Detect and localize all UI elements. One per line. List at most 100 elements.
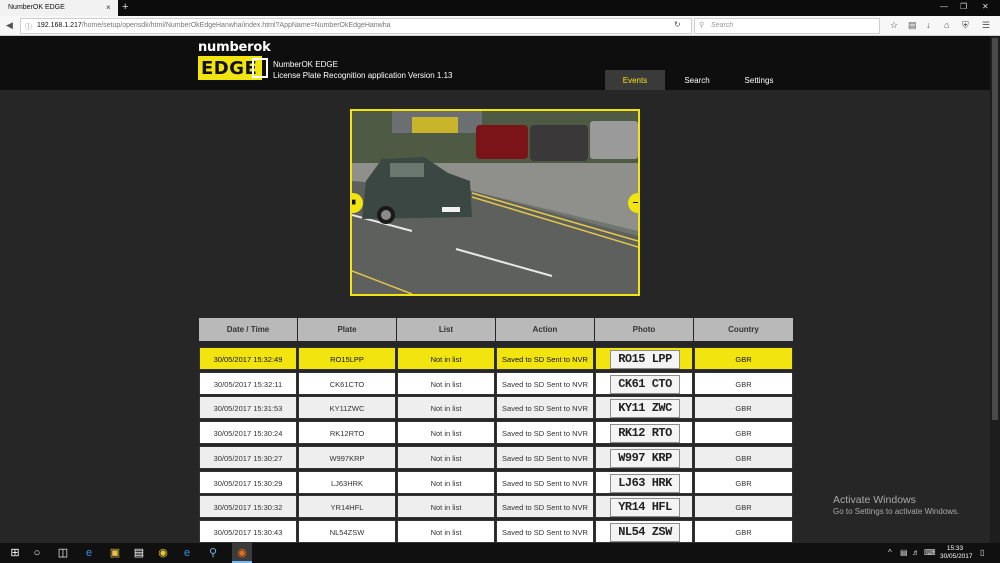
browser-tab-bar: NumberOK EDGE × + — ❐ ✕ [0,0,1000,16]
chevron-up-icon[interactable]: ^ [888,548,892,557]
shield-icon[interactable]: ⛨ [962,20,969,31]
header-photo[interactable]: Photo [595,318,693,341]
restore-button[interactable]: ❐ [960,2,967,11]
scrollbar-thumb[interactable] [992,38,998,420]
cell-action: Saved to SD Sent to NVR [496,347,594,370]
search-input[interactable]: ⚲ Search [694,18,880,34]
cell-country: GBR [694,421,793,444]
header-action[interactable]: Action [496,318,594,341]
table-header: Date / Time Plate List Action Photo Coun… [199,318,793,341]
cell-list: Not in list [397,495,495,518]
table-row[interactable]: 30/05/2017 15:30:24 RK12RTO Not in list Sav… [199,421,793,444]
table-row[interactable]: 30/05/2017 15:31:53 KY11ZWC Not in list Sav… [199,396,793,419]
back-icon[interactable]: ◀ [6,20,13,31]
network-icon[interactable]: ▤ [900,548,908,557]
cell-list: Not in list [397,372,495,395]
cell-datetime: 30/05/2017 15:30:27 [199,446,297,469]
tab-close-icon[interactable]: × [106,3,111,12]
table-row[interactable]: 30/05/2017 15:32:11 CK61CTO Not in list Sav… [199,372,793,395]
home-icon[interactable]: ⌂ [944,20,949,30]
store-icon[interactable]: ▤ [132,546,146,560]
plate-photo[interactable]: LJ63 HRK [610,474,680,493]
cell-photo: CK61 CTO [595,372,693,395]
url-bar[interactable]: ⓘ 192.168.1.217/home/setup/opensdk/html/… [20,18,692,34]
header-country[interactable]: Country [694,318,793,341]
cell-country: GBR [694,396,793,419]
cell-plate: W997KRP [298,446,396,469]
file-explorer-icon[interactable]: ▣ [108,546,122,560]
plate-photo[interactable]: CK61 CTO [610,375,680,394]
tab-search[interactable]: Search [668,70,726,90]
cell-action: Saved to SD Sent to NVR [496,396,594,419]
table-row[interactable]: 30/05/2017 15:30:43 NL54ZSW Not in list Sav… [199,520,793,543]
cell-country: GBR [694,471,793,494]
plate-photo[interactable]: KY11 ZWC [610,399,680,418]
close-window-button[interactable]: ✕ [982,2,989,11]
search-app-icon[interactable]: ⚲ [206,546,220,560]
table-row[interactable]: 30/05/2017 15:32:49 RO15LPP Not in list Sav… [199,347,793,370]
clock-time: 15:33 [946,545,964,552]
browser-tab[interactable]: NumberOK EDGE × [0,0,118,16]
plate-photo[interactable]: NL54 ZSW [610,523,680,542]
cell-datetime: 30/05/2017 15:31:53 [199,396,297,419]
plate-photo[interactable]: RO15 LPP [610,350,680,369]
cell-datetime: 30/05/2017 15:30:29 [199,471,297,494]
cell-list: Not in list [397,347,495,370]
menu-icon[interactable]: ☰ [982,20,990,31]
minimize-button[interactable]: — [940,2,948,11]
live-camera-view: ■ — [350,109,640,296]
cell-action: Saved to SD Sent to NVR [496,495,594,518]
header-datetime[interactable]: Date / Time [199,318,297,341]
plate-photo[interactable]: RK12 RTO [610,424,680,443]
cell-country: GBR [694,372,793,395]
browser-nav-bar: ◀ ⓘ 192.168.1.217/home/setup/opensdk/htm… [0,16,1000,36]
cortana-icon[interactable]: ○ [30,546,44,560]
cell-country: GBR [694,446,793,469]
taskbar-clock[interactable]: 15:33 30/05/2017 [940,545,973,561]
cell-action: Saved to SD Sent to NVR [496,372,594,395]
cell-datetime: 30/05/2017 15:30:24 [199,421,297,444]
url-host: 192.168.1.217 [37,22,82,29]
cell-plate: CK61CTO [298,372,396,395]
url-path: /home/setup/opensdk/html/NumberOkEdgeHan… [81,22,391,29]
download-icon[interactable]: ↓ [926,20,931,30]
header-plate[interactable]: Plate [298,318,396,341]
plate-photo[interactable]: W997 KRP [610,449,680,468]
cell-action: Saved to SD Sent to NVR [496,471,594,494]
info-icon[interactable]: ⓘ [25,22,32,32]
plate-photo[interactable]: YR14 HFL [610,498,680,517]
tab-events[interactable]: Events [605,70,665,90]
search-placeholder: Search [711,22,734,29]
reload-icon[interactable]: ↻ [674,20,681,29]
cell-country: GBR [694,520,793,543]
logo-wordmark: numberok [198,40,271,55]
new-tab-button[interactable]: + [122,1,128,13]
table-row[interactable]: 30/05/2017 15:30:29 LJ63HRK Not in list Sav… [199,471,793,494]
edge-icon[interactable]: e [82,546,96,560]
cell-plate: NL54ZSW [298,520,396,543]
clipboard-icon[interactable]: ▤ [908,20,917,31]
ie-icon[interactable]: e [180,546,194,560]
task-view-icon[interactable]: ◫ [56,546,70,560]
header-list[interactable]: List [397,318,495,341]
chrome-icon[interactable]: ◉ [156,546,170,560]
firefox-icon[interactable]: ◉ [235,546,249,560]
page-scrollbar[interactable] [990,36,1000,543]
table-row[interactable]: 30/05/2017 15:30:27 W997KRP Not in list Sav… [199,446,793,469]
windows-start-icon[interactable]: ⊞ [8,546,22,560]
cell-photo: KY11 ZWC [595,396,693,419]
table-row[interactable]: 30/05/2017 15:30:32 YR14HFL Not in list Sav… [199,495,793,518]
keyboard-icon[interactable]: ⌨ [924,548,936,557]
cell-datetime: 30/05/2017 15:30:43 [199,520,297,543]
clock-date: 30/05/2017 [940,553,973,560]
app-subtitle: License Plate Recognition application [273,71,406,80]
cell-country: GBR [694,347,793,370]
logo-icon [252,58,268,78]
volume-icon[interactable]: ♬ [912,548,920,557]
cell-plate: RO15LPP [298,347,396,370]
star-icon[interactable]: ☆ [890,20,898,31]
cell-photo: RK12 RTO [595,421,693,444]
tab-settings[interactable]: Settings [730,70,788,90]
notifications-icon[interactable]: ▯ [980,548,984,557]
app-version: Version 1.13 [408,71,453,80]
